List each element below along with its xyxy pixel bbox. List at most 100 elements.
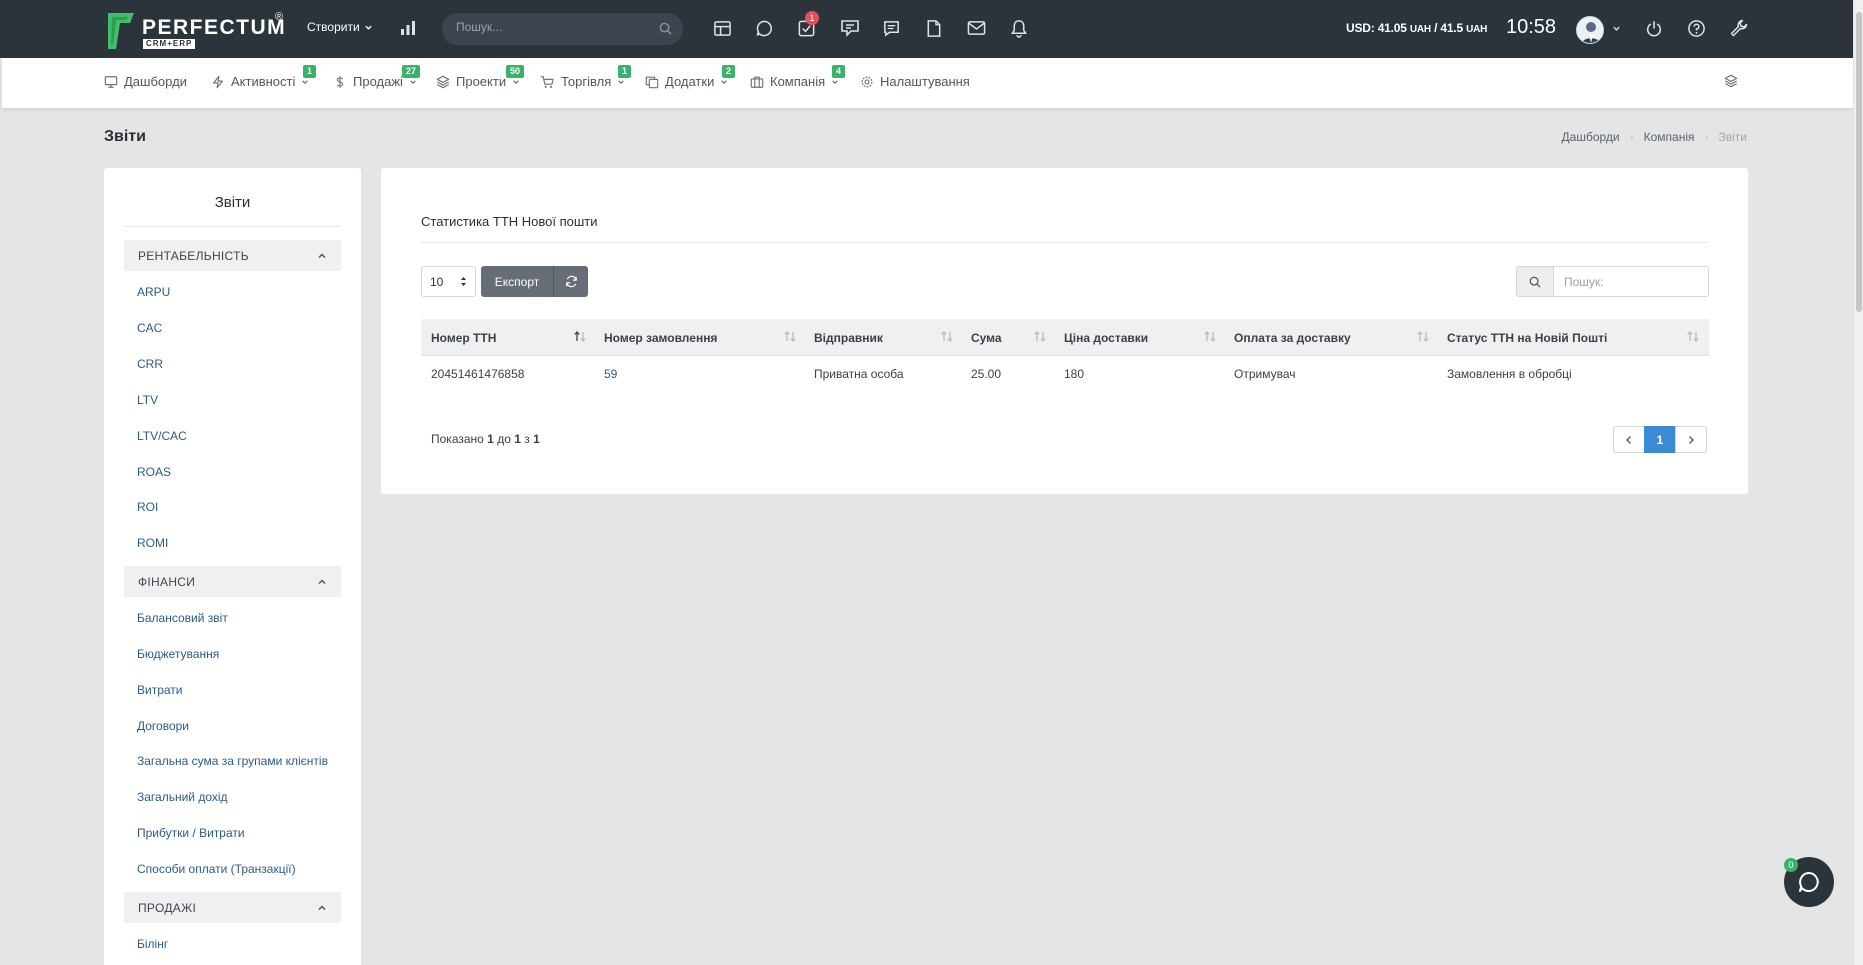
- chat-bubble-icon[interactable]: [755, 19, 774, 38]
- user-avatar-icon: [1577, 17, 1603, 43]
- nav-item-sales[interactable]: Продажі 27: [333, 65, 421, 89]
- chevron-right-icon: [1689, 435, 1694, 444]
- currency-rate: USD: 41.05 UAH / 41.5 UAH: [1346, 21, 1487, 35]
- sidebar-group-finance[interactable]: ФІНАНСИ: [124, 566, 341, 597]
- nav-badge: 4: [832, 65, 846, 78]
- tasks-badge: 1: [805, 11, 819, 25]
- nav-label: Продажі: [353, 74, 403, 89]
- calendar-icon[interactable]: [713, 19, 732, 38]
- sort-icon[interactable]: [784, 331, 796, 342]
- sidebar-item-cac[interactable]: CAC: [137, 321, 162, 335]
- logo[interactable]: PERFECTUM CRM+ERP ®: [106, 11, 286, 51]
- info-to: 1: [514, 432, 521, 446]
- sidebar-item-arpu[interactable]: ARPU: [137, 285, 170, 299]
- feedback-icon[interactable]: [840, 18, 860, 38]
- document-icon[interactable]: [925, 19, 943, 38]
- sidebar-item-crr[interactable]: CRR: [137, 357, 163, 371]
- help-icon[interactable]: [1687, 19, 1706, 38]
- sidebar-item-balance[interactable]: Балансовий звіт: [137, 611, 228, 625]
- column-header-delivery-payment[interactable]: Оплата за доставку: [1234, 331, 1351, 345]
- sort-icon[interactable]: [941, 331, 953, 342]
- scrollbar-thumb[interactable]: [1856, 12, 1862, 312]
- nav-label: Торгівля: [561, 74, 612, 89]
- sort-icon[interactable]: [1034, 331, 1046, 342]
- table-search-input[interactable]: [1553, 266, 1709, 297]
- chevron-down-icon: [832, 79, 838, 84]
- nav-item-company[interactable]: Компанія 4: [750, 65, 846, 89]
- sidebar-item-ltv-cac[interactable]: LTV/CAC: [137, 429, 187, 443]
- main-navigation: Дашборди Активності 1 Продажі 27 Проекти…: [2, 58, 1853, 108]
- search-icon: [1516, 266, 1554, 297]
- sidebar-item-total-income[interactable]: Загальний дохід: [137, 790, 228, 804]
- sidebar-item-income-expenses[interactable]: Прибутки / Витрати: [137, 826, 245, 840]
- prev-page-button[interactable]: [1613, 426, 1645, 453]
- sidebar-item-contracts[interactable]: Договори: [137, 719, 189, 733]
- sort-icon[interactable]: [1417, 331, 1429, 342]
- column-header-order[interactable]: Номер замовлення: [604, 331, 717, 345]
- bell-icon[interactable]: [1010, 19, 1028, 38]
- wrench-icon[interactable]: [1729, 18, 1749, 38]
- global-search-input[interactable]: [456, 20, 646, 34]
- create-dropdown[interactable]: Створити: [307, 20, 373, 34]
- sidebar-item-roas[interactable]: ROAS: [137, 465, 171, 479]
- chat-button[interactable]: 0: [1784, 857, 1834, 907]
- sort-icon[interactable]: [1687, 331, 1699, 342]
- mail-icon[interactable]: [967, 20, 986, 36]
- cell-ttn: 20451461476858: [431, 367, 525, 381]
- search-icon[interactable]: [659, 22, 672, 35]
- avatar[interactable]: [1576, 16, 1604, 44]
- breadcrumb-item[interactable]: Компанія: [1644, 130, 1695, 144]
- global-search[interactable]: [442, 13, 683, 45]
- sidebar-item-client-groups-total[interactable]: Загальна сума за групами клієнтів: [137, 754, 328, 768]
- page-scrollbar[interactable]: [1853, 0, 1863, 965]
- chevron-down-icon: [721, 79, 728, 84]
- messages-icon[interactable]: [882, 19, 901, 38]
- nav-label: Дашборди: [124, 74, 187, 89]
- sidebar-item-payment-methods[interactable]: Способи оплати (Транзакції): [137, 862, 296, 876]
- sidebar-group-profitability[interactable]: РЕНТАБЕЛЬНІСТЬ: [124, 240, 341, 271]
- page-length-select[interactable]: 10: [421, 266, 476, 297]
- page-button[interactable]: 1: [1644, 426, 1676, 453]
- cart-icon: [540, 75, 554, 88]
- column-header-ttn[interactable]: Номер ТТН: [431, 331, 496, 345]
- column-header-ttn-status[interactable]: Статус ТТН на Новій Пошті: [1447, 331, 1607, 345]
- sidebar-item-romi[interactable]: ROMI: [137, 536, 168, 550]
- sidebar-item-ltv[interactable]: LTV: [137, 393, 158, 407]
- nav-item-projects[interactable]: Проекти 50: [436, 65, 525, 89]
- sidebar-item-billing[interactable]: Білінг: [137, 937, 168, 951]
- nav-item-settings[interactable]: Налаштування: [860, 74, 970, 89]
- nav-item-activities[interactable]: Активності 1: [211, 65, 317, 89]
- chevron-down-icon: [513, 79, 519, 84]
- gear-icon: [861, 76, 873, 87]
- nav-item-dashboards[interactable]: Дашборди: [104, 74, 187, 89]
- refresh-icon: [565, 275, 577, 288]
- page-length-value: 10: [430, 275, 444, 289]
- cell-order-link[interactable]: 59: [604, 367, 617, 381]
- breadcrumb-item[interactable]: Дашборди: [1562, 130, 1620, 144]
- info-total: 1: [533, 432, 540, 446]
- tasks-icon[interactable]: 1: [797, 11, 819, 38]
- export-button[interactable]: Експорт: [481, 266, 553, 297]
- chevron-down-icon[interactable]: [1612, 24, 1621, 33]
- layers-toggle[interactable]: [1724, 74, 1738, 88]
- next-page-button[interactable]: [1675, 426, 1707, 453]
- column-header-delivery-price[interactable]: Ціна доставки: [1064, 331, 1148, 345]
- sidebar-item-expenses[interactable]: Витрати: [137, 683, 183, 697]
- nav-item-trade[interactable]: Торгівля 1: [540, 65, 632, 89]
- column-header-sender[interactable]: Відправник: [814, 331, 883, 345]
- sidebar-item-roi[interactable]: ROI: [137, 500, 158, 514]
- sort-asc-icon[interactable]: [574, 331, 586, 342]
- column-header-amount[interactable]: Сума: [971, 331, 1002, 345]
- stats-icon[interactable]: [399, 19, 417, 37]
- sidebar-group-sales[interactable]: ПРОДАЖІ: [124, 892, 341, 923]
- chevron-down-icon: [618, 79, 625, 84]
- chevron-up-icon: [318, 904, 326, 910]
- nav-item-addons[interactable]: Додатки 2: [645, 65, 736, 89]
- briefcase-icon: [750, 76, 764, 88]
- refresh-button[interactable]: [553, 266, 588, 297]
- breadcrumb-current: Звіти: [1718, 130, 1748, 144]
- sidebar-item-budgeting[interactable]: Бюджетування: [137, 647, 219, 661]
- sort-icon[interactable]: [1204, 331, 1216, 342]
- info-prefix: Показано: [431, 432, 484, 446]
- power-icon[interactable]: [1645, 19, 1663, 38]
